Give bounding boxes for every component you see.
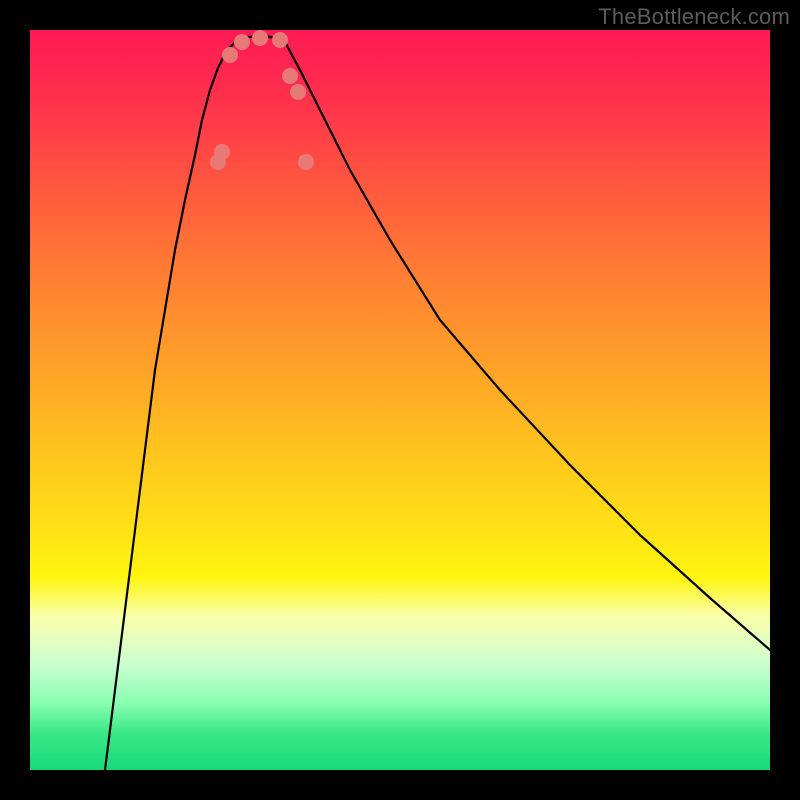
chart-markers bbox=[210, 30, 314, 170]
chart-svg bbox=[30, 30, 770, 770]
data-point bbox=[282, 68, 298, 84]
chart-curve bbox=[105, 36, 770, 770]
data-point bbox=[214, 144, 230, 160]
watermark-label: TheBottleneck.com bbox=[598, 4, 790, 30]
data-point bbox=[252, 30, 268, 46]
chart-plot-area bbox=[30, 30, 770, 770]
data-point bbox=[290, 84, 306, 100]
bottleneck-curve bbox=[105, 36, 770, 770]
data-point bbox=[272, 32, 288, 48]
data-point bbox=[234, 34, 250, 50]
chart-frame: TheBottleneck.com bbox=[0, 0, 800, 800]
data-point bbox=[298, 154, 314, 170]
data-point bbox=[222, 47, 238, 63]
